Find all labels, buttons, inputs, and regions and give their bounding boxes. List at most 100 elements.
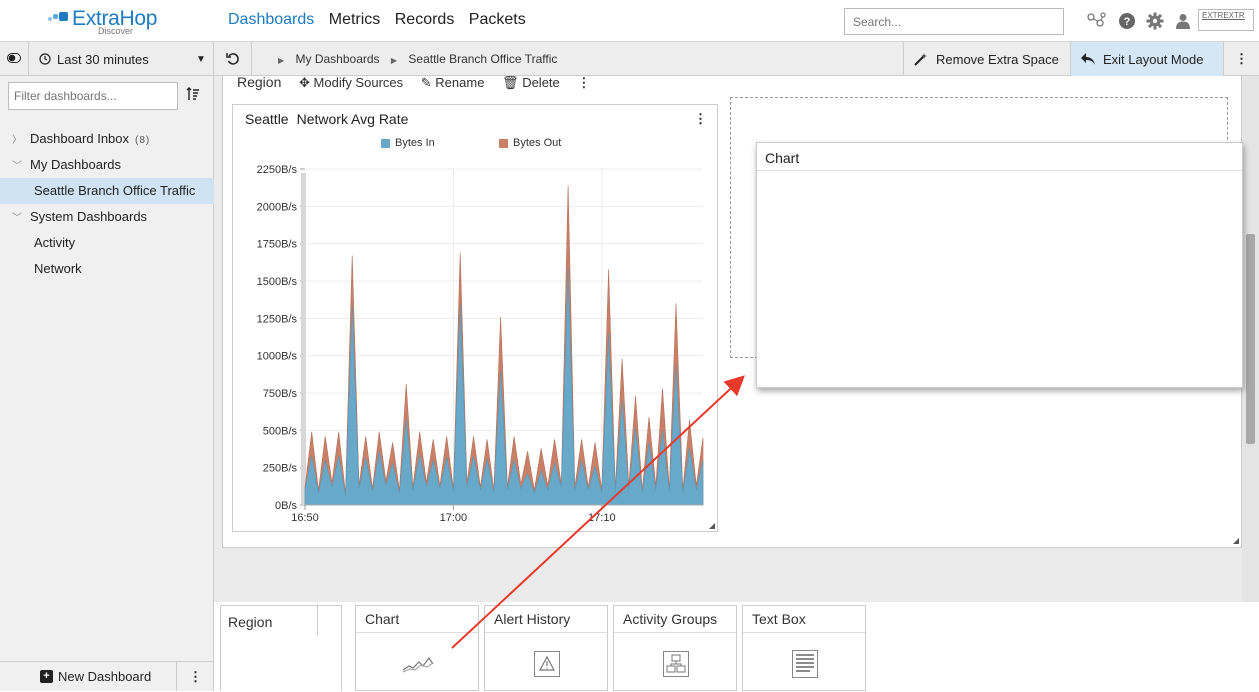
modify-sources-button[interactable]: ✥ Modify Sources: [299, 75, 403, 90]
sort-icon[interactable]: [186, 87, 200, 104]
sidebar-more-icon[interactable]: ⋮: [176, 662, 214, 691]
palette-card-label: Text Box: [743, 606, 865, 633]
sidebar-item-network[interactable]: Network: [0, 256, 214, 282]
y-tick-label: 2250B/s: [257, 164, 298, 176]
y-tick-label: 750B/s: [263, 388, 298, 400]
scrollbar-thumb[interactable]: [1246, 234, 1255, 444]
y-tick-label: 1000B/s: [257, 351, 298, 363]
y-tick-label: 0B/s: [275, 500, 298, 512]
sidebar: 〉 Dashboard Inbox (8) ﹀ My Dashboards Seatt…: [0, 76, 214, 691]
nav-packets[interactable]: Packets: [469, 11, 526, 28]
text-box-icon: [787, 648, 823, 680]
y-tick-label: 250B/s: [263, 463, 298, 475]
palette-region-label: Region: [220, 605, 318, 635]
time-selector[interactable]: Last 30 minutes ▼: [0, 42, 214, 76]
y-tick-label: 1250B/s: [257, 313, 298, 325]
top-bar: ExtraHop Discover Dashboards Metrics Rec…: [0, 0, 1259, 42]
logo-mark-icon: [48, 12, 68, 26]
chevron-down-icon[interactable]: ▼: [189, 54, 213, 65]
delete-label: Delete: [522, 75, 560, 90]
network-rate-chart: 0B/s 250B/s 500B/s 750B/s 1000B/s 1250B/s 1500…: [257, 164, 704, 524]
chevron-down-icon: ﹀: [12, 213, 22, 224]
sidebar-item-label: Seattle Branch Office Traffic: [34, 183, 196, 198]
network-icon[interactable]: [1086, 10, 1108, 32]
palette-text-box-card[interactable]: Text Box: [742, 605, 866, 691]
sidebar-toggle-icon[interactable]: [0, 52, 28, 66]
y-tick-label: 1500B/s: [257, 276, 298, 288]
palette-chart-card[interactable]: Chart: [355, 605, 479, 691]
filter-dashboards-input[interactable]: [8, 82, 178, 110]
sidebar-item-activity[interactable]: Activity: [0, 230, 214, 256]
x-tick-label: 16:50: [291, 512, 319, 524]
chevron-down-icon: ﹀: [12, 161, 22, 172]
breadcrumb: ▶ My Dashboards ▶ Seattle Branch Office …: [270, 52, 557, 66]
settings-icon[interactable]: [1144, 10, 1166, 32]
region-header: Region ✥ Modify Sources ✎ Rename 🗑 Delet…: [237, 74, 604, 91]
sidebar-item-dashboard-inbox[interactable]: 〉 Dashboard Inbox (8): [0, 126, 214, 152]
widget-resize-handle[interactable]: [709, 523, 715, 529]
toolbar-more-icon[interactable]: ⋮: [1223, 42, 1259, 76]
sidebar-item-label: My Dashboards: [30, 157, 122, 172]
account-box[interactable]: EXTREXTR: [1198, 9, 1254, 31]
extrahop-logo[interactable]: ExtraHop Discover: [48, 6, 178, 36]
sidebar-item-label: Activity: [34, 235, 76, 250]
sidebar-item-system-dashboards[interactable]: ﹀ System Dashboards: [0, 204, 214, 230]
palette-region-card[interactable]: Region: [220, 605, 342, 691]
alert-icon: [529, 648, 565, 680]
nav-metrics[interactable]: Metrics: [329, 11, 381, 28]
delete-button[interactable]: 🗑 Delete: [502, 75, 560, 90]
series-bytes-in-area: [304, 267, 704, 506]
dashboard-tree: 〉 Dashboard Inbox (8) ﹀ My Dashboards Seatt…: [0, 126, 214, 282]
sidebar-item-label: Network: [34, 261, 82, 276]
palette-card-label: Alert History: [485, 606, 607, 633]
region-title[interactable]: Region: [237, 74, 281, 90]
sidebar-item-seattle-branch[interactable]: Seattle Branch Office Traffic: [0, 178, 214, 204]
move-icon: ✥: [299, 75, 310, 90]
user-icon[interactable]: [1172, 10, 1194, 32]
chevron-right-icon: 〉: [12, 135, 22, 146]
sidebar-item-label: System Dashboards: [30, 209, 148, 224]
network-avg-rate-widget[interactable]: Seattle Network Avg Rate ⋮ Bytes In Bytes…: [232, 104, 718, 532]
trash-icon: 🗑: [502, 75, 519, 90]
activity-groups-icon: [658, 648, 694, 680]
region-resize-handle[interactable]: [1233, 538, 1239, 544]
inbox-count-badge: (8): [135, 135, 151, 146]
exit-layout-mode-button[interactable]: Exit Layout Mode: [1070, 42, 1223, 76]
new-dashboard-button[interactable]: + New Dashboard: [0, 669, 176, 684]
breadcrumb-my-dashboards[interactable]: My Dashboards: [296, 52, 380, 66]
line-chart-icon: [400, 648, 436, 680]
breadcrumb-current[interactable]: Seattle Branch Office Traffic: [408, 52, 557, 66]
palette-alert-history-card[interactable]: Alert History: [484, 605, 608, 691]
y-tick-label: 1750B/s: [257, 239, 298, 251]
remove-extra-space-button[interactable]: Remove Extra Space: [903, 42, 1070, 76]
sidebar-item-my-dashboards[interactable]: ﹀ My Dashboards: [0, 152, 214, 178]
y-tick-label: 2000B/s: [257, 201, 298, 213]
history-icon[interactable]: [214, 42, 252, 76]
nav-dashboards[interactable]: Dashboards: [228, 11, 314, 28]
remove-extra-space-label: Remove Extra Space: [936, 51, 1059, 67]
dragged-chart-widget[interactable]: Chart: [756, 142, 1243, 388]
brand-subtitle: Discover: [98, 26, 134, 36]
timeline-gap-bar: [301, 173, 306, 505]
global-search-input[interactable]: [844, 8, 1064, 35]
region-more-icon[interactable]: ⋮: [577, 75, 590, 90]
palette-card-label: Chart: [356, 606, 478, 633]
time-range[interactable]: Last 30 minutes: [28, 42, 189, 76]
rename-label: Rename: [435, 75, 485, 90]
new-dashboard-bar: + New Dashboard ⋮: [0, 661, 214, 691]
breadcrumb-chevron-icon: ▶: [390, 56, 398, 65]
svg-text:?: ?: [1124, 16, 1131, 28]
help-icon[interactable]: ?: [1116, 10, 1138, 32]
widget-palette: Region Chart Alert History Activity Grou…: [214, 602, 1259, 691]
plus-icon: +: [40, 670, 53, 683]
rename-button[interactable]: ✎ Rename: [421, 75, 485, 90]
x-tick-label: 17:00: [440, 512, 468, 524]
x-tick-label: 17:10: [588, 512, 616, 524]
y-tick-label: 500B/s: [263, 425, 298, 437]
workspace-scrollbar[interactable]: [1242, 76, 1259, 602]
nav-records[interactable]: Records: [395, 11, 455, 28]
dashboard-toolbar: Last 30 minutes ▼ ▶ My Dashboards ▶ Seat…: [0, 42, 1259, 76]
exit-layout-mode-label: Exit Layout Mode: [1103, 51, 1204, 67]
new-dashboard-label: New Dashboard: [58, 669, 152, 684]
palette-activity-groups-card[interactable]: Activity Groups: [613, 605, 737, 691]
